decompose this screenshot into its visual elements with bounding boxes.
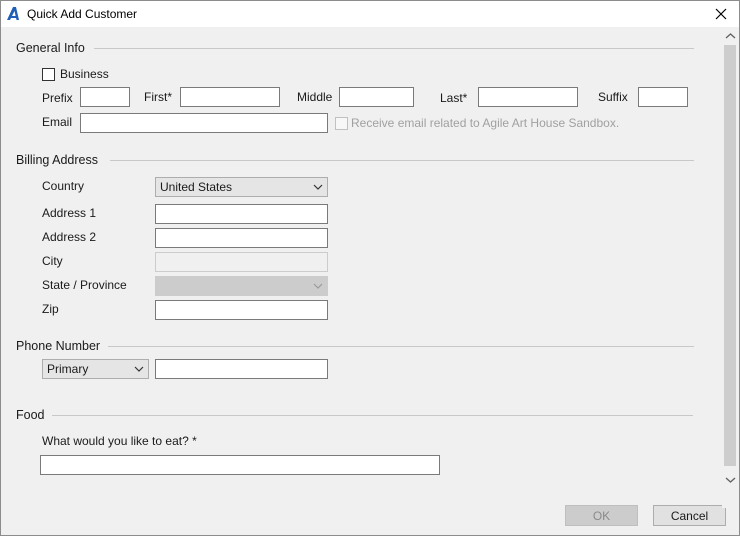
window-title: Quick Add Customer <box>27 7 138 21</box>
general-info-title: General Info <box>16 41 85 55</box>
address1-input[interactable] <box>155 204 328 224</box>
agile-logo-icon <box>7 7 19 20</box>
food-question-label: What would you like to eat? * <box>42 434 197 448</box>
first-name-label: First* <box>144 90 172 104</box>
vertical-scrollbar[interactable] <box>722 28 739 508</box>
suffix-label: Suffix <box>598 90 628 104</box>
close-button[interactable] <box>703 1 739 27</box>
ok-button[interactable]: OK <box>565 505 638 526</box>
section-divider <box>110 160 694 161</box>
phone-type-value: Primary <box>47 362 89 376</box>
email-opt-in-label: Receive email related to Agile Art House… <box>351 116 620 130</box>
last-name-input[interactable] <box>478 87 578 107</box>
phone-number-input[interactable] <box>155 359 328 379</box>
cancel-button[interactable]: Cancel <box>653 505 726 526</box>
country-select[interactable]: United States <box>155 177 328 197</box>
country-value: United States <box>160 180 233 194</box>
state-label: State / Province <box>42 278 127 292</box>
email-opt-in-checkbox[interactable] <box>335 117 348 130</box>
address2-label: Address 2 <box>42 230 97 244</box>
suffix-input[interactable] <box>638 87 688 107</box>
address2-input[interactable] <box>155 228 328 248</box>
email-label: Email <box>42 115 73 129</box>
title-bar: Quick Add Customer <box>1 1 739 27</box>
city-input[interactable] <box>155 252 328 272</box>
phone-number-title: Phone Number <box>16 339 101 353</box>
middle-name-input[interactable] <box>339 87 414 107</box>
zip-input[interactable] <box>155 300 328 320</box>
country-label: Country <box>42 179 85 193</box>
chevron-down-icon <box>313 184 323 190</box>
chevron-down-icon <box>313 283 323 289</box>
last-name-label: Last* <box>440 91 468 105</box>
section-divider <box>52 415 693 416</box>
prefix-label: Prefix <box>42 91 73 105</box>
food-answer-input[interactable] <box>40 455 440 475</box>
billing-address-title: Billing Address <box>16 153 98 167</box>
city-label: City <box>42 254 63 268</box>
section-divider <box>108 346 694 347</box>
state-select[interactable] <box>155 276 328 296</box>
close-icon <box>715 8 727 20</box>
phone-type-select[interactable]: Primary <box>42 359 149 379</box>
quick-add-customer-dialog: Quick Add Customer General Info Business… <box>0 0 740 536</box>
prefix-input[interactable] <box>80 87 130 107</box>
address1-label: Address 1 <box>42 206 97 220</box>
form-content: General Info Business Prefix First* Midd… <box>1 28 726 535</box>
business-checkbox[interactable] <box>42 68 55 81</box>
chevron-up-icon[interactable] <box>725 32 736 40</box>
business-label: Business <box>60 67 109 81</box>
section-divider <box>94 48 694 49</box>
first-name-input[interactable] <box>180 87 280 107</box>
middle-name-label: Middle <box>297 90 333 104</box>
chevron-down-icon <box>134 366 144 372</box>
scrollbar-thumb[interactable] <box>724 45 736 466</box>
chevron-down-icon[interactable] <box>725 476 736 484</box>
zip-label: Zip <box>42 302 59 316</box>
food-title: Food <box>16 408 45 422</box>
email-input[interactable] <box>80 113 328 133</box>
